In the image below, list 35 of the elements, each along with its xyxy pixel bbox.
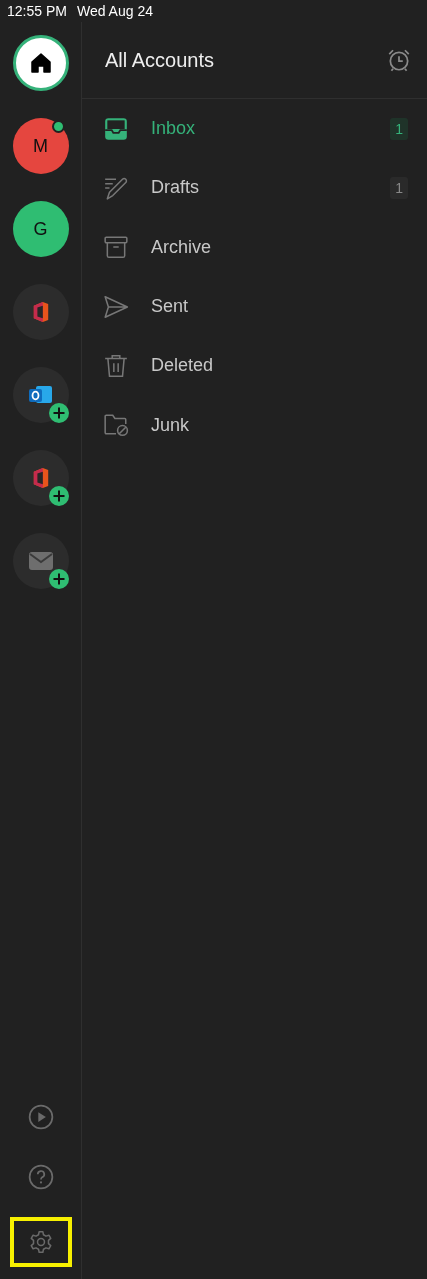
settings-icon	[27, 1229, 54, 1255]
outlook-logo-icon	[27, 384, 54, 406]
folder-item[interactable]: Junk	[82, 395, 427, 455]
folder-blocked-icon	[103, 412, 129, 439]
folder-label: Sent	[151, 296, 190, 318]
header-title: All Accounts	[105, 48, 214, 72]
play-icon	[27, 1104, 54, 1130]
folder-item[interactable]: Deleted	[82, 336, 427, 396]
archive-box-icon	[103, 234, 129, 261]
folder-item[interactable]: Drafts 1	[82, 158, 427, 218]
folder-label: Junk	[151, 414, 191, 436]
envelope-icon	[27, 551, 54, 571]
send-icon	[103, 293, 129, 320]
trash-icon	[103, 352, 129, 379]
folder-label: Drafts	[151, 177, 200, 199]
office-logo-icon	[31, 467, 50, 489]
status-date: Wed Aug 24	[76, 3, 153, 19]
unread-count: 1	[390, 117, 408, 140]
folder-label: Inbox	[151, 118, 197, 140]
folder-item[interactable]: Sent	[82, 276, 427, 337]
help-icon	[27, 1164, 54, 1190]
settings-button[interactable]	[9, 1217, 72, 1267]
folder-item[interactable]: Archive	[82, 217, 427, 277]
folder-label: Archive	[151, 236, 213, 258]
alarm-clock-button[interactable]	[386, 47, 412, 73]
account-avatar[interactable]: G	[12, 201, 69, 257]
unread-count: 1	[390, 176, 408, 199]
office-logo-icon	[31, 301, 50, 323]
inbox-tray-icon	[103, 115, 129, 142]
account-avatar[interactable]: M	[12, 118, 69, 174]
home-icon	[28, 51, 53, 75]
status-time: 12:55 PM	[7, 3, 67, 19]
folder-item[interactable]: Inbox 1	[82, 99, 427, 159]
folder-label: Deleted	[151, 355, 215, 377]
alarm-clock-icon	[386, 47, 412, 73]
